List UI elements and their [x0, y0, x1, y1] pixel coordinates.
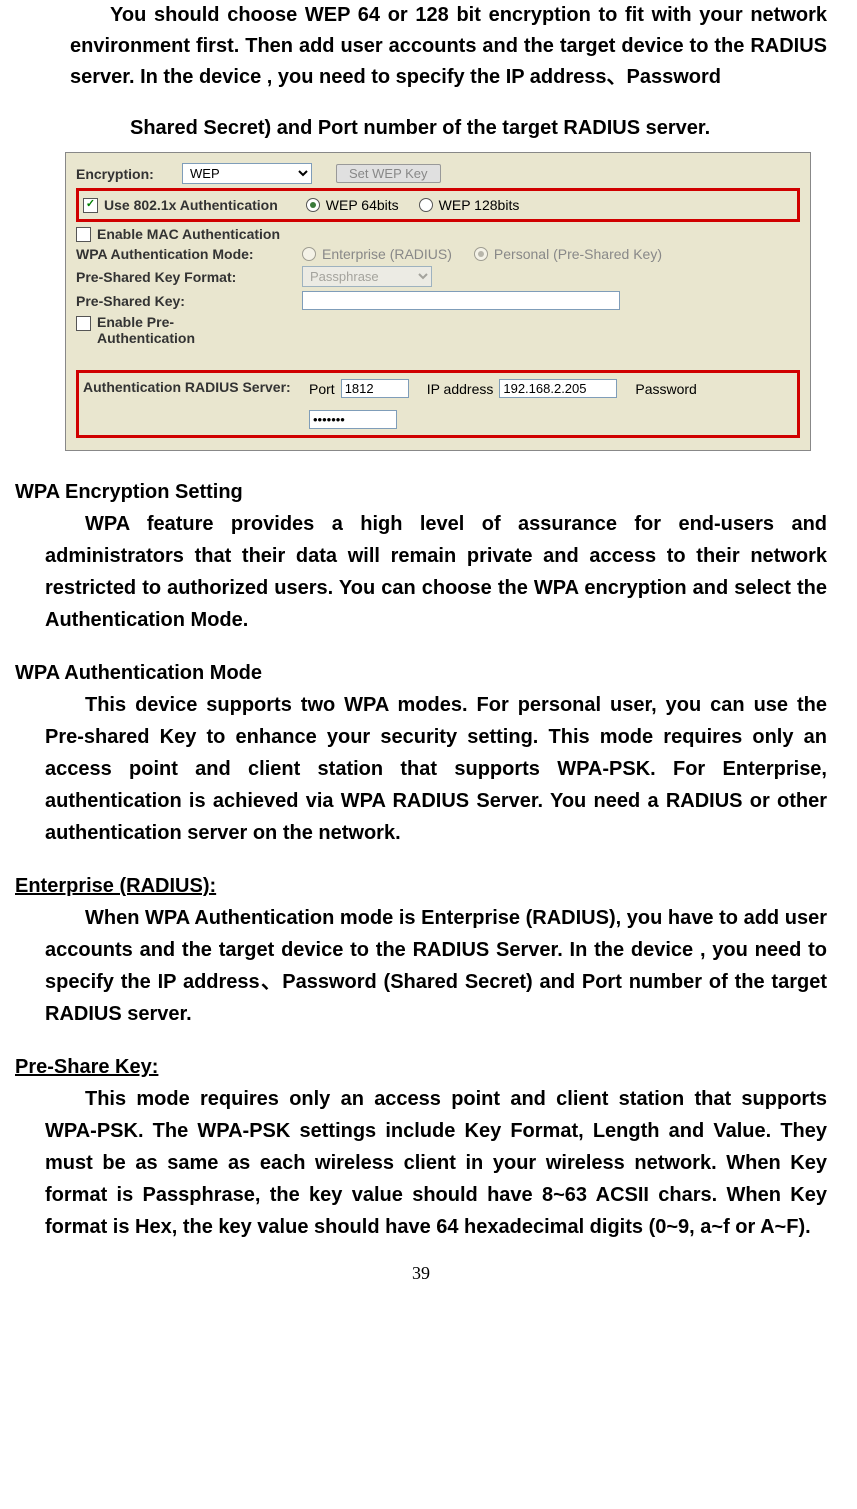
wep64-label: WEP 64bits [326, 197, 399, 213]
encryption-select[interactable]: WEP [182, 163, 312, 184]
page-number: 39 [15, 1263, 827, 1284]
password-input[interactable] [309, 410, 397, 429]
wpa-auth-mode-heading: WPA Authentication Mode [15, 662, 827, 685]
port-input[interactable] [341, 379, 409, 398]
use-8021x-checkbox[interactable] [83, 198, 98, 213]
encryption-label: Encryption: [76, 166, 176, 182]
enterprise-heading: Enterprise (RADIUS): [15, 875, 827, 898]
psk-input[interactable] [302, 291, 620, 310]
ip-input[interactable] [499, 379, 617, 398]
enable-mac-label: Enable MAC Authentication [97, 226, 280, 242]
psk-format-label: Pre-Shared Key Format: [76, 269, 296, 285]
enable-preauth-checkbox[interactable] [76, 316, 91, 331]
config-screenshot: Encryption: WEP Set WEP Key Use 802.1x A… [65, 152, 811, 451]
psk-label: Pre-Shared Key: [76, 293, 296, 309]
intro-paragraph-1: You should choose WEP 64 or 128 bit encr… [70, 0, 827, 93]
wep64-radio[interactable] [306, 198, 320, 212]
preshare-text: This mode requires only an access point … [45, 1083, 827, 1243]
ip-label: IP address [427, 381, 494, 397]
psk-format-select: Passphrase [302, 266, 432, 287]
enable-preauth-label: Enable Pre-Authentication [97, 314, 217, 346]
password-label: Password [635, 381, 696, 397]
wpa-auth-mode-text: This device supports two WPA modes. For … [45, 689, 827, 849]
wep128-radio[interactable] [419, 198, 433, 212]
enterprise-label: Enterprise (RADIUS) [322, 246, 452, 262]
port-label: Port [309, 381, 335, 397]
wpa-auth-mode-label: WPA Authentication Mode: [76, 246, 296, 262]
wpa-encryption-heading: WPA Encryption Setting [15, 481, 827, 504]
wpa-encryption-text: WPA feature provides a high level of ass… [45, 508, 827, 636]
wep128-label: WEP 128bits [439, 197, 520, 213]
personal-label: Personal (Pre-Shared Key) [494, 246, 662, 262]
preshare-heading: Pre-Share Key: [15, 1056, 827, 1079]
intro-paragraph-2: Shared Secret) and Port number of the ta… [70, 113, 827, 144]
enterprise-text: When WPA Authentication mode is Enterpri… [45, 902, 827, 1030]
enable-mac-checkbox[interactable] [76, 227, 91, 242]
use-8021x-label: Use 802.1x Authentication [104, 197, 278, 213]
auth-radius-server-label: Authentication RADIUS Server: [83, 379, 303, 395]
enterprise-radio [302, 247, 316, 261]
set-wep-key-button[interactable]: Set WEP Key [336, 164, 441, 183]
personal-radio [474, 247, 488, 261]
